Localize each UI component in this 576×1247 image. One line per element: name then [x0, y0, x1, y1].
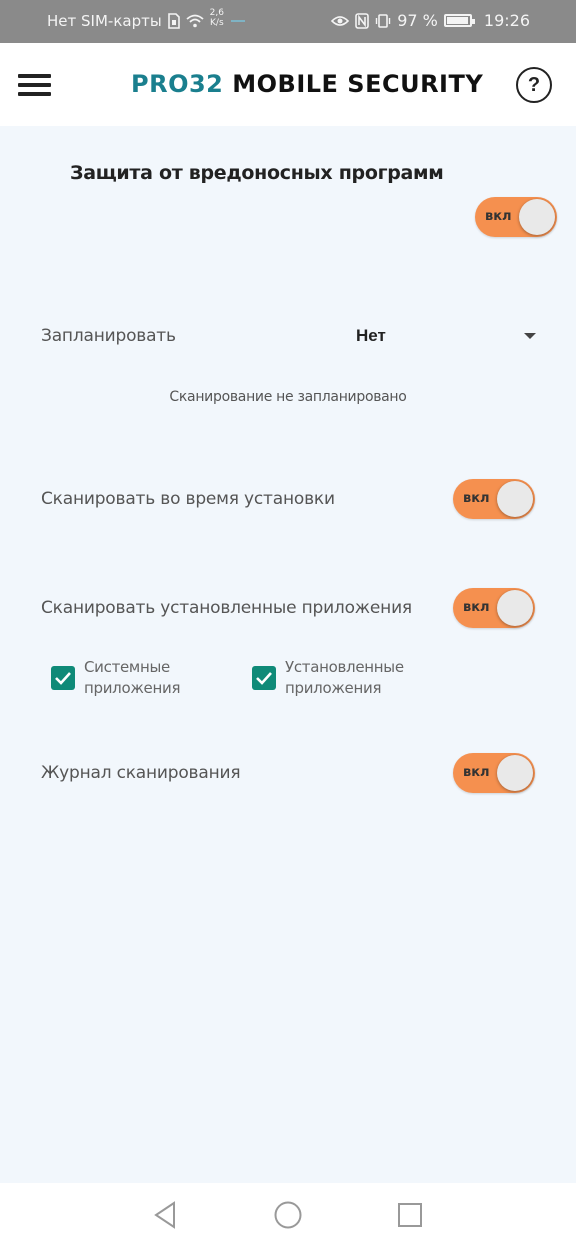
system-nav-bar: [0, 1183, 576, 1247]
data-transfer-icon: [231, 20, 245, 22]
schedule-select[interactable]: Нет: [356, 326, 386, 346]
app-header: PRO32 MOBILE SECURITY ?: [0, 43, 576, 126]
battery-percent: 97 %: [397, 11, 438, 30]
scan-log-toggle[interactable]: вкл: [453, 753, 535, 793]
scan-on-install-toggle[interactable]: вкл: [453, 479, 535, 519]
toggle-label: вкл: [463, 765, 490, 780]
logo-brand: PRO32: [131, 70, 224, 98]
carrier-text: Нет SIM-карты: [47, 12, 162, 30]
status-bar-right: 97 % 19:26: [331, 11, 530, 30]
home-icon[interactable]: [273, 1200, 303, 1230]
check-icon: [256, 672, 272, 685]
installed-apps-checkbox[interactable]: [252, 666, 276, 690]
status-bar-left: Нет SIM-карты 2,6 K/s: [47, 8, 246, 30]
system-apps-checkbox[interactable]: [51, 666, 75, 690]
scan-installed-label: Сканировать установленные приложения: [41, 598, 412, 618]
battery-icon: [443, 14, 475, 27]
scan-installed-toggle[interactable]: вкл: [453, 588, 535, 628]
hamburger-icon-line: [18, 74, 51, 78]
installed-apps-label-line2: приложения: [285, 679, 382, 697]
check-icon: [55, 672, 71, 685]
toggle-knob: [497, 755, 533, 791]
section-title: Защита от вредоносных программ: [70, 162, 444, 184]
system-apps-label-line1: Системные: [84, 658, 170, 676]
eye-comfort-icon: [331, 15, 350, 26]
toggle-knob: [497, 481, 533, 517]
net-speed-unit: K/s: [210, 18, 224, 28]
nfc-icon: [355, 12, 370, 29]
schedule-label: Запланировать: [41, 326, 176, 346]
recents-icon[interactable]: [397, 1200, 423, 1230]
protection-toggle[interactable]: вкл: [475, 197, 557, 237]
system-apps-label: Системные приложения: [84, 657, 180, 699]
toggle-label: вкл: [463, 491, 490, 506]
wifi-icon: [186, 14, 204, 28]
vibrate-icon: [376, 13, 391, 28]
net-speed-value: 2,6: [209, 8, 224, 18]
scan-log-label: Журнал сканирования: [41, 763, 241, 783]
hamburger-icon-line: [18, 92, 51, 96]
toggle-label: вкл: [463, 600, 490, 615]
schedule-hint: Сканирование не запланировано: [169, 389, 407, 405]
dropdown-arrow-icon[interactable]: [524, 333, 536, 339]
back-icon[interactable]: [152, 1200, 178, 1230]
installed-apps-label: Установленные приложения: [285, 657, 404, 699]
scan-on-install-label: Сканировать во время установки: [41, 489, 335, 509]
system-apps-label-line2: приложения: [84, 679, 181, 697]
help-button[interactable]: ?: [516, 67, 552, 103]
app-logo: PRO32 MOBILE SECURITY: [131, 70, 483, 98]
installed-apps-label-line1: Установленные: [285, 658, 404, 676]
toggle-label: вкл: [485, 209, 512, 224]
hamburger-icon-line: [18, 83, 51, 87]
toggle-knob: [519, 199, 555, 235]
menu-button[interactable]: [18, 74, 51, 96]
toggle-knob: [497, 590, 533, 626]
status-bar: Нет SIM-карты 2,6 K/s 97 % 19:26: [0, 0, 576, 43]
logo-text: MOBILE SECURITY: [232, 70, 484, 98]
sim-icon: [167, 13, 180, 29]
clock: 19:26: [483, 11, 530, 30]
net-speed: 2,6 K/s: [210, 8, 224, 28]
